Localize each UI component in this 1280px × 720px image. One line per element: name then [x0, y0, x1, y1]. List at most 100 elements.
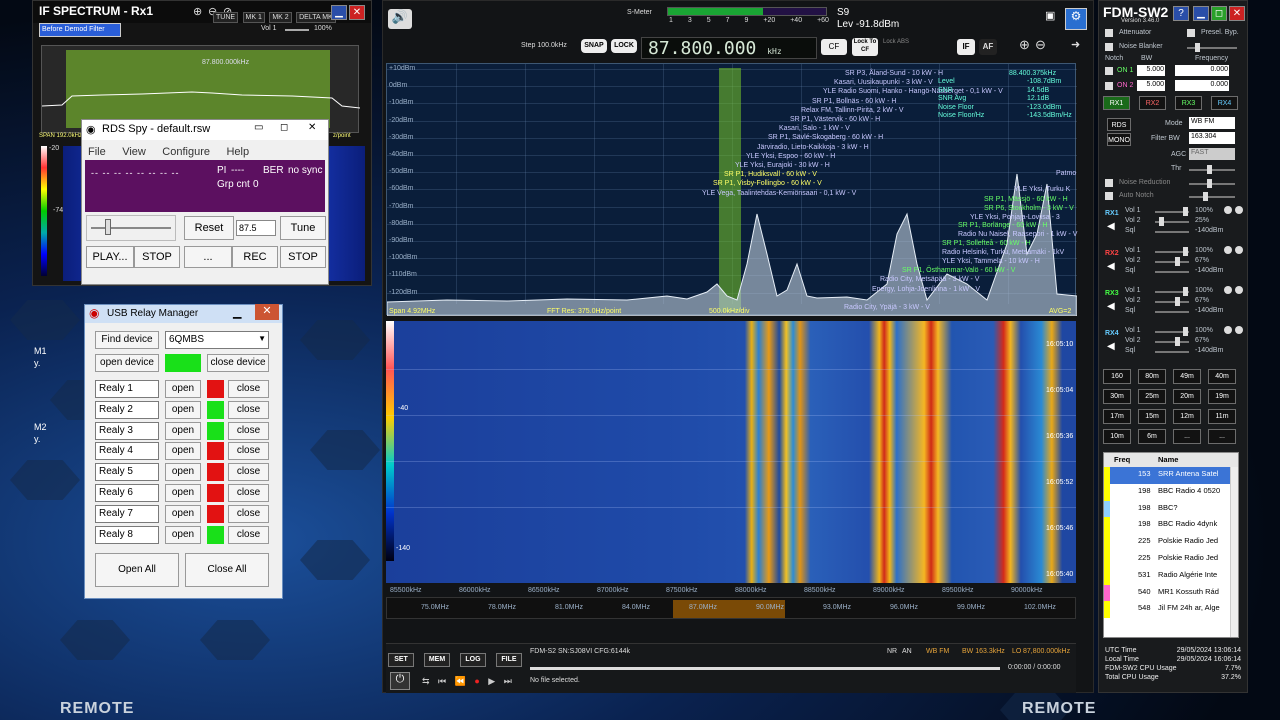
rds-frequency-select[interactable]: 87.5 [236, 220, 276, 236]
relay-close-button[interactable]: close [228, 442, 269, 461]
vol2-slider[interactable] [1155, 297, 1189, 306]
vol2-slider[interactable] [1155, 337, 1189, 346]
zoom-in-icon[interactable]: ⊕ [1019, 37, 1030, 53]
set-button[interactable]: SET [388, 653, 414, 667]
menu-file[interactable]: File [88, 146, 106, 158]
list-item[interactable]: 225 Polskie Radio Jed [1104, 534, 1238, 551]
band-button[interactable]: ... [1208, 429, 1236, 444]
stop-record-button[interactable]: STOP [280, 246, 326, 268]
sql-slider[interactable] [1155, 271, 1189, 273]
band-button[interactable]: 10m [1103, 429, 1131, 444]
list-scrollbar[interactable] [1230, 467, 1238, 637]
list-header-name[interactable]: Name [1158, 455, 1178, 464]
relay-close-button[interactable]: close [228, 504, 269, 523]
thr-slider[interactable] [1189, 165, 1235, 174]
band-button[interactable]: 17m [1103, 409, 1131, 424]
usb-close-button[interactable]: ✕ [255, 304, 279, 320]
relay-open-button[interactable]: open [165, 525, 201, 544]
list-item[interactable]: 153 SRR Antena Satel [1104, 467, 1238, 484]
speaker-icon[interactable]: ◀ [1107, 301, 1115, 312]
lock-abs-button[interactable]: Lock ABS [882, 38, 910, 56]
demod-filter-select[interactable]: Before Demod Filter [39, 23, 121, 37]
log-button[interactable]: LOG [460, 653, 486, 667]
list-item[interactable]: 198 BBC Radio 4dynk [1104, 517, 1238, 535]
agc-select[interactable]: FAST [1189, 148, 1235, 160]
relay-close-button[interactable]: close [228, 380, 269, 398]
delta-marker-button[interactable]: DELTA MK [296, 12, 336, 23]
rx2-tab[interactable]: RX2 [1139, 96, 1166, 110]
relay-open-button[interactable]: open [165, 400, 201, 419]
speaker-icon[interactable]: ◀ [1107, 341, 1115, 352]
list-item[interactable]: 225 Polskie Radio Jed [1104, 550, 1238, 568]
power-icon[interactable]: ⏻ [390, 672, 410, 690]
speaker-icon[interactable]: ◀ [1107, 221, 1115, 232]
arrow-right-icon[interactable]: ➜ [1071, 38, 1080, 51]
waterfall-display[interactable]: -40 -140 16:05:10 16:05:04 16:05:36 16:05:5… [386, 321, 1076, 583]
link-r-icon[interactable] [1235, 206, 1243, 214]
vol1-slider[interactable] [1155, 327, 1189, 336]
list-header-freq[interactable]: Freq [1114, 455, 1130, 464]
notch2-bw-input[interactable]: 5.000 [1137, 80, 1165, 91]
sql-slider[interactable] [1155, 351, 1189, 353]
band-button[interactable]: 160 [1103, 369, 1131, 384]
minimize-button[interactable]: ▁ [331, 5, 347, 20]
rds-level-slider[interactable] [86, 215, 176, 241]
vol2-slider[interactable] [1155, 217, 1189, 226]
link-l-icon[interactable] [1224, 326, 1232, 334]
browse-button[interactable]: ... [184, 246, 232, 268]
speaker-icon[interactable]: 🔊 [388, 9, 412, 29]
list-item[interactable]: 198 BBC? [1104, 500, 1238, 518]
band-button[interactable]: 80m [1138, 369, 1166, 384]
relay-close-button[interactable]: close [228, 484, 269, 502]
relay-open-button[interactable]: open [165, 421, 201, 440]
open-device-button[interactable]: open device [95, 354, 159, 372]
presel-checkbox[interactable] [1187, 29, 1195, 37]
link-l-icon[interactable] [1224, 286, 1232, 294]
relay-open-button[interactable]: open [165, 484, 201, 502]
play-button[interactable]: PLAY... [86, 246, 134, 268]
relay-close-button[interactable]: close [228, 421, 269, 440]
vol1-slider[interactable] [1155, 287, 1189, 296]
close-device-button[interactable]: close device [207, 354, 269, 372]
link-r-icon[interactable] [1235, 286, 1243, 294]
band-button[interactable]: 25m [1138, 389, 1166, 404]
link-l-icon[interactable] [1224, 206, 1232, 214]
sql-slider[interactable] [1155, 311, 1189, 313]
band-button[interactable]: 30m [1103, 389, 1131, 404]
relay-close-button[interactable]: close [228, 463, 269, 482]
rds-maximize-button[interactable]: ◻ [280, 122, 288, 133]
vol1-slider[interactable] [1155, 247, 1189, 256]
zoom-in-icon[interactable]: ⊕ [193, 5, 202, 18]
link-r-icon[interactable] [1235, 326, 1243, 334]
rds-minimize-button[interactable]: ▭ [254, 122, 263, 133]
device-select[interactable]: 6QMBS ▼ [165, 331, 269, 349]
notch1-checkbox[interactable] [1105, 67, 1113, 75]
band-button[interactable]: 11m [1208, 409, 1236, 424]
find-device-button[interactable]: Find device [95, 331, 159, 349]
link-l-icon[interactable] [1224, 246, 1232, 254]
close-button[interactable]: ✕ [349, 5, 365, 20]
notch2-checkbox[interactable] [1105, 82, 1113, 90]
maximize-button[interactable]: ◻ [1211, 6, 1227, 21]
menu-view[interactable]: View [122, 146, 146, 158]
spectrum-display[interactable]: +10dBm 0dBm -10dBm -20dBm -30dBm -40dBm -50dBm… [386, 63, 1077, 316]
reset-button[interactable]: Reset [184, 216, 234, 240]
band-button[interactable]: 6m [1138, 429, 1166, 444]
tune-rds-button[interactable]: Tune [280, 216, 326, 240]
notch2-freq-input[interactable]: 0.000 [1175, 80, 1229, 91]
auto-notch-checkbox[interactable] [1105, 192, 1113, 200]
zoom-out-icon[interactable]: ⊖ [1035, 37, 1046, 53]
speaker-icon[interactable]: ◀ [1107, 261, 1115, 272]
playback-progress[interactable] [530, 667, 1000, 670]
band-scroller[interactable]: 75.0MHz 78.0MHz 81.0MHz 84.0MHz 87.0MHz 90.0M… [386, 597, 1076, 619]
relay-open-button[interactable]: open [165, 504, 201, 523]
band-button[interactable]: 49m [1173, 369, 1201, 384]
recorder-icon[interactable]: ▣ [1045, 9, 1061, 29]
file-button[interactable]: FILE [496, 653, 522, 667]
list-item[interactable]: 198 BBC Radio 4 0520 [1104, 483, 1238, 501]
band-button[interactable]: ... [1173, 429, 1201, 444]
band-button[interactable]: 20m [1173, 389, 1201, 404]
list-item[interactable]: 531 Radio Algérie Inte [1104, 567, 1238, 585]
noise-blanker-slider[interactable] [1187, 43, 1237, 52]
rx4-tab[interactable]: RX4 [1211, 96, 1238, 110]
